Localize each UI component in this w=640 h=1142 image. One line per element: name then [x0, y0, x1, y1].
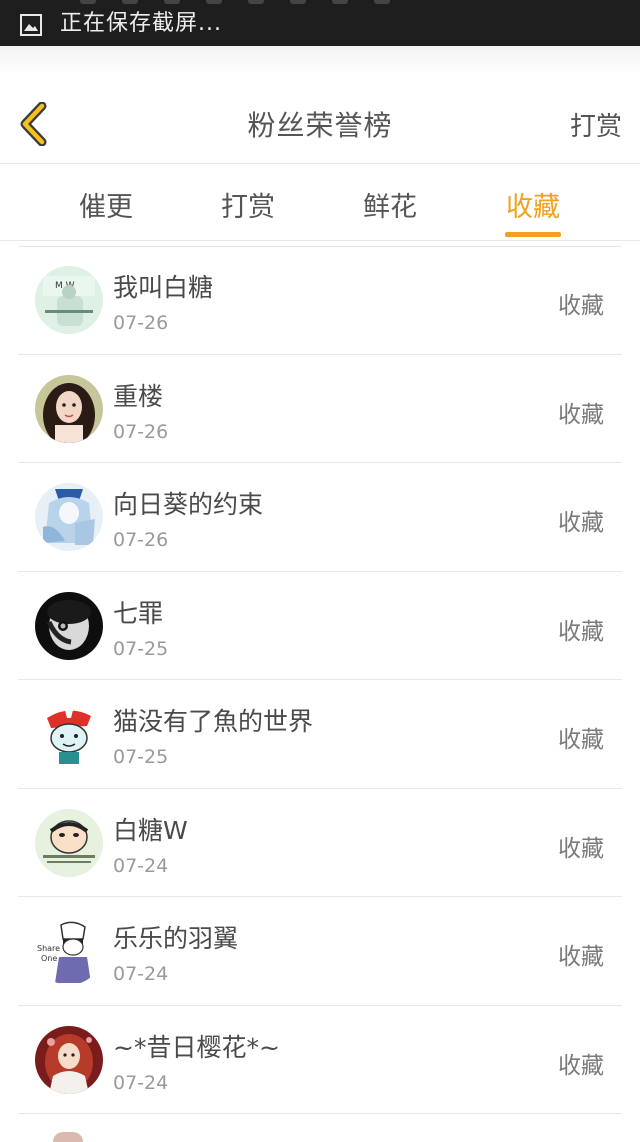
list-item[interactable]: ~*昔日樱花*~ 07-24 收藏	[18, 1006, 622, 1114]
top-app-bar: 粉丝荣誉榜 打赏	[0, 76, 640, 164]
status-gap	[0, 46, 640, 76]
notification-text: 正在保存截屏...	[60, 11, 222, 36]
action-label: 收藏	[558, 835, 604, 862]
list-item[interactable]: 猫没有了魚的世界 07-25 收藏	[18, 680, 622, 789]
tip-button[interactable]: 打赏	[570, 106, 622, 143]
fan-date: 07-26	[113, 312, 169, 334]
fan-date: 07-26	[113, 529, 169, 551]
tab-favorite[interactable]: 收藏	[473, 185, 593, 224]
fan-name: 猫没有了魚的世界	[113, 707, 314, 736]
action-label: 收藏	[558, 618, 604, 645]
active-tab-indicator	[505, 232, 561, 237]
fan-name: 乐乐的羽翼	[113, 924, 239, 953]
fan-name: 我叫白糖	[113, 273, 214, 302]
fan-name: 重楼	[113, 381, 164, 411]
avatar-icon: M W	[35, 266, 103, 334]
avatar-icon	[35, 591, 103, 660]
tab-flower[interactable]: 鲜花	[330, 185, 450, 224]
image-icon	[20, 14, 42, 36]
avatar-icon	[35, 808, 103, 877]
action-label: 收藏	[558, 510, 604, 536]
fan-name: ~*昔日樱花*~	[113, 1032, 280, 1062]
action-label: 收藏	[558, 401, 604, 428]
fan-date: 07-24	[113, 1071, 169, 1094]
action-label: 收藏	[558, 1052, 604, 1079]
avatar-icon	[35, 1025, 103, 1094]
fan-list: M W 我叫白糖 07-26 收藏 重楼 07-26 收藏 向日葵的约束 07-…	[0, 246, 640, 1114]
avatar-icon: Share One	[35, 917, 103, 985]
fan-name: 白糖W	[113, 815, 188, 845]
list-item[interactable]: M W 我叫白糖 07-26 收藏	[18, 246, 622, 355]
fan-date: 07-24	[113, 854, 169, 877]
fan-date: 07-25	[113, 637, 169, 660]
svg-text:One: One	[41, 954, 57, 963]
action-label: 收藏	[558, 293, 604, 319]
tab-urge[interactable]: 催更	[46, 185, 166, 224]
fan-name: 七罪	[113, 598, 164, 628]
fan-date: 07-26	[113, 420, 169, 443]
svg-text:Share: Share	[37, 944, 60, 953]
fan-name: 向日葵的约束	[113, 490, 264, 519]
avatar-icon	[35, 483, 103, 551]
avatar-icon	[35, 700, 103, 768]
status-bar: 正在保存截屏...	[0, 0, 640, 46]
avatar-icon	[53, 1132, 83, 1142]
action-label: 收藏	[558, 727, 604, 753]
tab-tip[interactable]: 打赏	[188, 185, 308, 224]
list-item[interactable]: 白糖W 07-24 收藏	[18, 789, 622, 897]
status-icons	[80, 0, 560, 6]
list-item[interactable]: 向日葵的约束 07-26 收藏	[18, 463, 622, 572]
tab-bar: 催更 打赏 鲜花 收藏	[0, 165, 640, 241]
page-title: 粉丝荣誉榜	[247, 109, 393, 142]
list-item[interactable]: 七罪 07-25 收藏	[18, 572, 622, 680]
fan-date: 07-24	[113, 963, 169, 985]
list-item[interactable]: Share One 乐乐的羽翼 07-24 收藏	[18, 897, 622, 1006]
avatar-icon	[35, 374, 103, 443]
list-item[interactable]: 重楼 07-26 收藏	[18, 355, 622, 463]
fan-date: 07-25	[113, 746, 169, 768]
action-label: 收藏	[558, 944, 604, 970]
